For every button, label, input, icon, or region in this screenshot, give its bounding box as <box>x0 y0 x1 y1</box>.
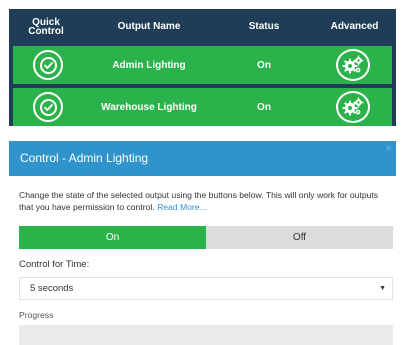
table-row: Admin Lighting On <box>13 46 392 84</box>
advanced-cell <box>313 46 392 84</box>
table-row: Warehouse Lighting On <box>13 88 392 126</box>
modal-description: Change the state of the selected output … <box>19 189 393 213</box>
modal-header: Control - Admin Lighting × <box>9 141 396 176</box>
header-status: Status <box>248 21 280 32</box>
chevron-down-icon: ▼ <box>379 285 386 292</box>
gears-icon <box>342 97 363 116</box>
control-time-select[interactable]: 5 seconds ▼ <box>19 277 393 300</box>
header-quick-control: Quick Control <box>9 9 83 44</box>
read-more-link[interactable]: Read More... <box>157 202 207 212</box>
check-circle-icon <box>39 98 57 116</box>
output-name: Warehouse Lighting <box>101 101 197 113</box>
output-name: Admin Lighting <box>112 59 186 71</box>
modal-title: Control - Admin Lighting <box>20 151 149 165</box>
table-header: Quick Control Output Name Status Advance… <box>9 9 396 44</box>
progress-label: Progress <box>19 310 54 320</box>
quick-control-cell <box>13 88 83 126</box>
advanced-button[interactable] <box>335 91 370 123</box>
control-time-label: Control for Time: <box>19 259 90 270</box>
state-toggle: On Off <box>19 226 393 249</box>
quick-control-button[interactable] <box>33 50 63 80</box>
on-button[interactable]: On <box>19 226 206 249</box>
output-status: On <box>257 101 271 113</box>
advanced-cell <box>313 88 392 126</box>
control-time-value: 5 seconds <box>30 283 74 294</box>
advanced-button[interactable] <box>335 49 370 81</box>
check-circle-icon <box>39 56 57 74</box>
gears-icon <box>342 55 363 74</box>
header-quick-control-line2: Control <box>28 25 64 37</box>
quick-control-cell <box>13 46 83 84</box>
output-status: On <box>257 59 271 71</box>
off-button[interactable]: Off <box>206 226 393 249</box>
checkmark-glyph <box>43 103 53 111</box>
header-advanced: Advanced <box>330 21 379 32</box>
outputs-table: Quick Control Output Name Status Advance… <box>9 9 396 126</box>
checkmark-glyph <box>43 61 53 69</box>
quick-control-button[interactable] <box>33 92 63 122</box>
close-icon[interactable]: × <box>386 144 391 153</box>
header-output-name: Output Name <box>117 21 181 32</box>
progress-bar <box>19 325 393 345</box>
